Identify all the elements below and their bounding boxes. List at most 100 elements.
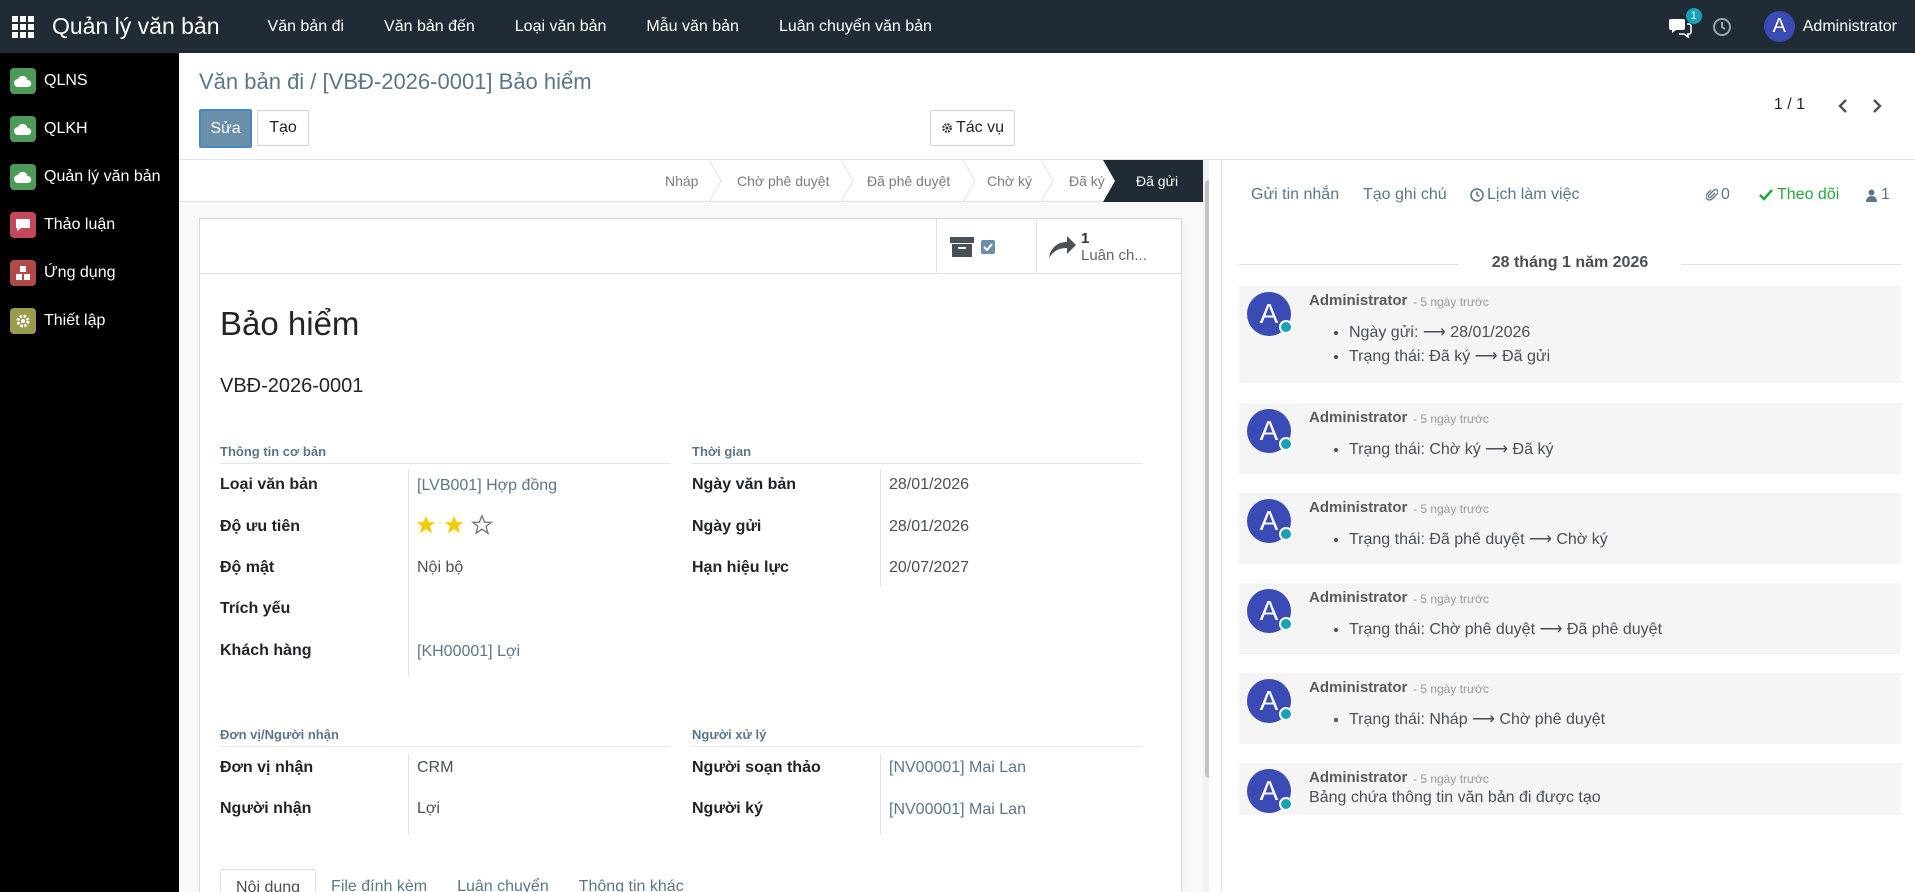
attachments-button[interactable]: 0 xyxy=(1706,186,1730,204)
top-menu: Văn bản đi Văn bản đến Loại văn bản Mẫu … xyxy=(248,18,952,36)
tab-circulation[interactable]: Luân chuyển xyxy=(442,869,564,892)
signer-field[interactable]: [NV00001] Mai Lan xyxy=(889,801,1026,819)
clock-icon xyxy=(1470,188,1484,202)
star-empty-icon[interactable] xyxy=(471,514,493,536)
message-author[interactable]: Administrator xyxy=(1309,589,1407,606)
stage-sent[interactable]: Đã gửi xyxy=(1116,160,1203,202)
secrecy-field[interactable]: Nội bộ xyxy=(417,559,463,577)
follow-button[interactable]: Theo dõi xyxy=(1759,186,1839,204)
sidebar-item-apps[interactable]: Ứng dụng xyxy=(0,249,179,297)
user-menu[interactable]: Administrator xyxy=(1803,18,1897,36)
stage-waiting-sign[interactable]: Chờ ký xyxy=(987,160,1032,202)
tracking-list: Trạng thái: Chờ ký ⟶ Đã ký xyxy=(1349,439,1553,463)
message-author[interactable]: Administrator xyxy=(1309,409,1407,426)
sidebar-item-qlns[interactable]: QLNS xyxy=(0,57,179,105)
doc-type-field[interactable]: [LVB001] Hợp đồng xyxy=(417,477,557,495)
menu-incoming[interactable]: Văn bản đến xyxy=(364,18,495,36)
tab-content[interactable]: Nội dung xyxy=(220,869,317,892)
tab-attachments[interactable]: File đính kèm xyxy=(316,869,442,892)
stage-arrow-separator xyxy=(841,160,854,202)
stage-waiting-approval[interactable]: Chờ phê duyệt xyxy=(737,160,829,202)
schedule-activity-button[interactable]: Lịch làm việc xyxy=(1470,186,1579,204)
action-button[interactable]: Tác vụ xyxy=(930,110,1015,146)
sidebar-item-label: QLNS xyxy=(44,72,88,89)
app-brand[interactable]: Quản lý văn bản xyxy=(52,13,220,40)
followers-button[interactable]: 1 xyxy=(1866,186,1890,204)
sidebar-item-settings[interactable]: Thiết lập xyxy=(0,297,179,345)
expiry-field[interactable]: 20/07/2027 xyxy=(889,559,969,577)
menu-outgoing[interactable]: Văn bản đi xyxy=(248,18,365,36)
chatter-message: A Administrator - 5 ngày trước Trạng thá… xyxy=(1239,673,1901,744)
online-status-icon xyxy=(1279,527,1293,541)
sidebar-item-discuss[interactable]: Thảo luận xyxy=(0,201,179,249)
sidebar-item-doc-management[interactable]: Quản lý văn bản xyxy=(0,153,179,201)
pager-next-icon[interactable] xyxy=(1867,96,1887,116)
cloud-icon xyxy=(10,116,36,142)
message-time: - 5 ngày trước xyxy=(1413,682,1489,696)
unit-field[interactable]: CRM xyxy=(417,759,453,777)
group-handler-header: Người xử lý xyxy=(692,727,767,742)
drafter-field[interactable]: [NV00001] Mai Lan xyxy=(889,759,1026,777)
stage-draft[interactable]: Nháp xyxy=(665,160,698,202)
followers-count: 1 xyxy=(1881,186,1890,203)
expiry-label: Hạn hiệu lực xyxy=(692,559,789,576)
follow-label: Theo dõi xyxy=(1777,186,1840,203)
send-message-button[interactable]: Gửi tin nhắn xyxy=(1251,186,1339,204)
menu-circulation[interactable]: Luân chuyển văn bản xyxy=(759,18,952,36)
group-time-header: Thời gian xyxy=(692,444,752,459)
menu-templates[interactable]: Mẫu văn bản xyxy=(626,18,759,36)
activity-label: Lịch làm việc xyxy=(1487,186,1580,203)
message-author[interactable]: Administrator xyxy=(1309,769,1407,786)
send-date-field[interactable]: 28/01/2026 xyxy=(889,518,969,536)
user-avatar[interactable]: A xyxy=(1763,11,1795,42)
tab-other-info[interactable]: Thông tin khác xyxy=(564,869,699,892)
tracking-list: Trạng thái: Chờ phê duyệt ⟶ Đã phê duyệt xyxy=(1349,619,1662,643)
log-note-button[interactable]: Tạo ghi chú xyxy=(1363,186,1447,204)
sidebar-item-label: Quản lý văn bản xyxy=(44,168,161,185)
record-code: VBĐ-2026-0001 xyxy=(220,375,364,397)
chat-icon[interactable]: 1 xyxy=(1668,7,1702,39)
doc-date-field[interactable]: 28/01/2026 xyxy=(889,476,969,494)
sidebar-item-qlkh[interactable]: QLKH xyxy=(0,105,179,153)
recipient-label: Người nhận xyxy=(220,800,312,817)
chatter-message: A Administrator - 5 ngày trước Trạng thá… xyxy=(1239,403,1901,474)
recipient-field[interactable]: Lợi xyxy=(417,800,440,818)
message-author[interactable]: Administrator xyxy=(1309,499,1407,516)
stage-approved[interactable]: Đã phê duyệt xyxy=(867,160,950,202)
pager-value[interactable]: 1 / 1 xyxy=(1774,96,1805,114)
date-line xyxy=(1681,264,1901,265)
scrollbar-thumb[interactable] xyxy=(1205,180,1209,778)
pager-previous-icon[interactable] xyxy=(1833,96,1853,116)
group-basic-info-header: Thông tin cơ bản xyxy=(220,444,327,459)
circulation-count: 1 xyxy=(1081,229,1090,247)
stage-signed[interactable]: Đã ký xyxy=(1069,160,1105,202)
customer-field[interactable]: [KH00001] Lợi xyxy=(417,643,520,661)
online-status-icon xyxy=(1279,320,1293,334)
secrecy-label: Độ mật xyxy=(220,559,275,576)
doc-type-label: Loại văn bản xyxy=(220,476,318,493)
menu-doc-types[interactable]: Loại văn bản xyxy=(495,18,627,36)
message-body: Bảng chứa thông tin văn bản đi được tạo xyxy=(1309,789,1601,806)
message-author[interactable]: Administrator xyxy=(1309,292,1407,309)
star-filled-icon[interactable] xyxy=(443,514,465,536)
apps-grid-icon[interactable] xyxy=(12,15,34,38)
archive-button[interactable] xyxy=(936,219,1036,274)
group-divider xyxy=(692,746,1142,747)
online-status-icon xyxy=(1279,797,1293,811)
cloud-icon xyxy=(10,68,36,94)
create-button[interactable]: Tạo xyxy=(257,110,309,146)
breadcrumb[interactable]: Văn bản đi / [VBĐ-2026-0001] Bảo hiểm xyxy=(199,69,592,95)
edit-button[interactable]: Sửa xyxy=(199,109,252,148)
sidebar-item-label: Ứng dụng xyxy=(44,264,116,281)
sidebar-item-label: Thiết lập xyxy=(44,312,106,329)
star-filled-icon[interactable] xyxy=(415,514,437,536)
vertical-scrollbar[interactable] xyxy=(1203,160,1209,892)
circulation-smart-button[interactable]: 1 Luân ch... xyxy=(1036,219,1181,274)
stage-arrow-separator xyxy=(1041,160,1054,202)
record-title: Bảo hiểm xyxy=(220,305,360,342)
message-author[interactable]: Administrator xyxy=(1309,679,1407,696)
group-divider xyxy=(220,746,670,747)
activity-clock-icon[interactable] xyxy=(1712,17,1732,37)
check-icon xyxy=(1759,189,1773,201)
summary-label: Trích yếu xyxy=(220,600,291,617)
